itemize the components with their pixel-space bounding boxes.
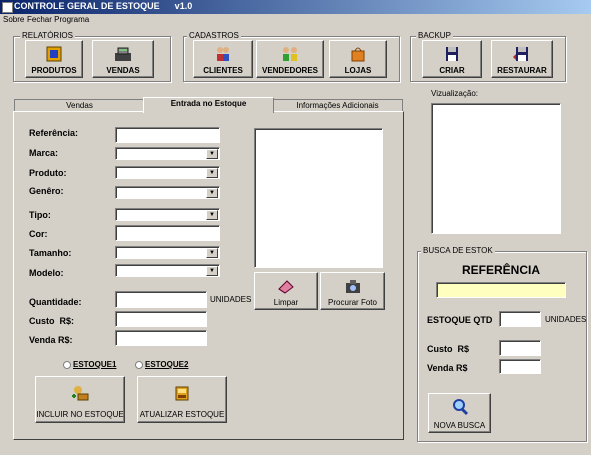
lojas-button[interactable]: LOJAS [329,40,387,78]
floppy-disk-icon [446,47,458,61]
quantidade-input[interactable] [115,291,207,308]
vendas-button[interactable]: VENDAS [92,40,154,78]
venda-input[interactable] [115,330,207,346]
cor-label: Cor: [29,229,48,239]
relatorios-label: RELATÓRIOS [20,31,75,40]
produtos-button[interactable]: PRODUTOS [25,40,83,78]
modelo-label: Modelo: [29,268,64,278]
menu-fechar-programa[interactable]: Fechar Programa [27,15,89,24]
busca-estok-label: BUSCA DE ESTOK [421,246,495,255]
eraser-icon [278,280,294,294]
camera-icon [345,280,360,293]
produto-select[interactable]: ▼ [115,166,220,179]
nova-busca-button[interactable]: NOVA BUSCA [428,393,491,433]
quantidade-label: Quantidade: [29,297,82,307]
incluir-estoque-button[interactable]: INCLUIR NO ESTOQUE [35,376,125,423]
modelo-select[interactable]: ▼ [115,264,220,277]
menu-bar: Sobre Fechar Programa [0,14,591,26]
title-bar: CONTROLE GERAL DE ESTOQUE v1.0 [0,0,591,14]
procurar-foto-button[interactable]: Procurar Foto [320,272,385,310]
custo-label: Custo R$: [29,316,74,326]
estoque2-radio[interactable] [135,361,143,369]
backup-label: BACKUP [416,31,453,40]
cadastros-label: CADASTROS [187,31,241,40]
produto-label: Produto: [29,168,67,178]
clientes-button[interactable]: CLIENTES [193,40,253,78]
shopping-bag-icon [351,47,365,62]
chevron-down-icon[interactable]: ▼ [206,210,218,220]
criar-button[interactable]: CRIAR [422,40,482,78]
tamanho-label: Tamanho: [29,248,72,258]
sellers-icon [283,47,297,61]
tipo-select[interactable]: ▼ [115,208,220,221]
busca-unidades: UNIDADES [545,315,587,324]
genero-select[interactable]: ▼ [115,186,220,199]
limpar-button[interactable]: Limpar [254,272,318,310]
book-icon [46,46,62,62]
tipo-label: Tipo: [29,210,51,220]
chevron-down-icon[interactable]: ▼ [206,248,218,258]
estoque1-label[interactable]: ESTOQUE1 [73,360,116,369]
estoque2-label[interactable]: ESTOQUE2 [145,360,188,369]
marca-select[interactable]: ▼ [115,147,220,160]
referencia-label: Referência: [29,128,79,138]
busca-venda-field [499,359,541,374]
restaurar-button[interactable]: RESTAURAR [491,40,553,78]
app-icon [2,2,13,13]
preview-area [431,103,561,234]
busca-venda-label: Venda R$ [427,363,468,373]
cash-register-icon [115,47,131,61]
venda-label: Venda R$: [29,335,73,345]
referencia-input[interactable] [115,127,220,143]
chevron-down-icon[interactable]: ▼ [206,266,218,276]
tamanho-select[interactable]: ▼ [115,246,220,259]
people-icon [217,47,229,61]
magnifier-icon [452,399,468,416]
referencia-heading: REFERÊNCIA [461,263,540,277]
visualizacao-label: Vizualização: [431,89,478,98]
menu-sobre[interactable]: Sobre [3,15,24,24]
add-stock-icon [72,386,89,401]
genero-label: Genêro: [29,186,64,196]
quantidade-unidades: UNIDADES [210,295,252,304]
floppy-restore-icon [513,47,528,61]
estoque-qtd-label: ESTOQUE QTD [427,315,493,325]
window-title: CONTROLE GERAL DE ESTOQUE v1.0 [14,1,193,11]
chevron-down-icon[interactable]: ▼ [206,149,218,159]
chevron-down-icon[interactable]: ▼ [206,188,218,198]
photo-area [254,128,383,268]
marca-label: Marca: [29,148,59,158]
custo-input[interactable] [115,311,207,327]
busca-referencia-input[interactable] [436,282,566,298]
estoque-qtd-field [499,311,541,327]
busca-custo-field [499,340,541,356]
busca-custo-label: Custo R$ [427,344,470,354]
estoque1-radio[interactable] [63,361,71,369]
tab-entrada-estoque[interactable]: Entrada no Estoque [143,97,274,113]
chevron-down-icon[interactable]: ▼ [206,168,218,178]
cor-input[interactable] [115,225,220,241]
atualizar-estoque-button[interactable]: ATUALIZAR ESTOQUE [137,376,227,423]
update-stock-icon [175,386,189,401]
vendedores-button[interactable]: VENDEDORES [256,40,324,78]
